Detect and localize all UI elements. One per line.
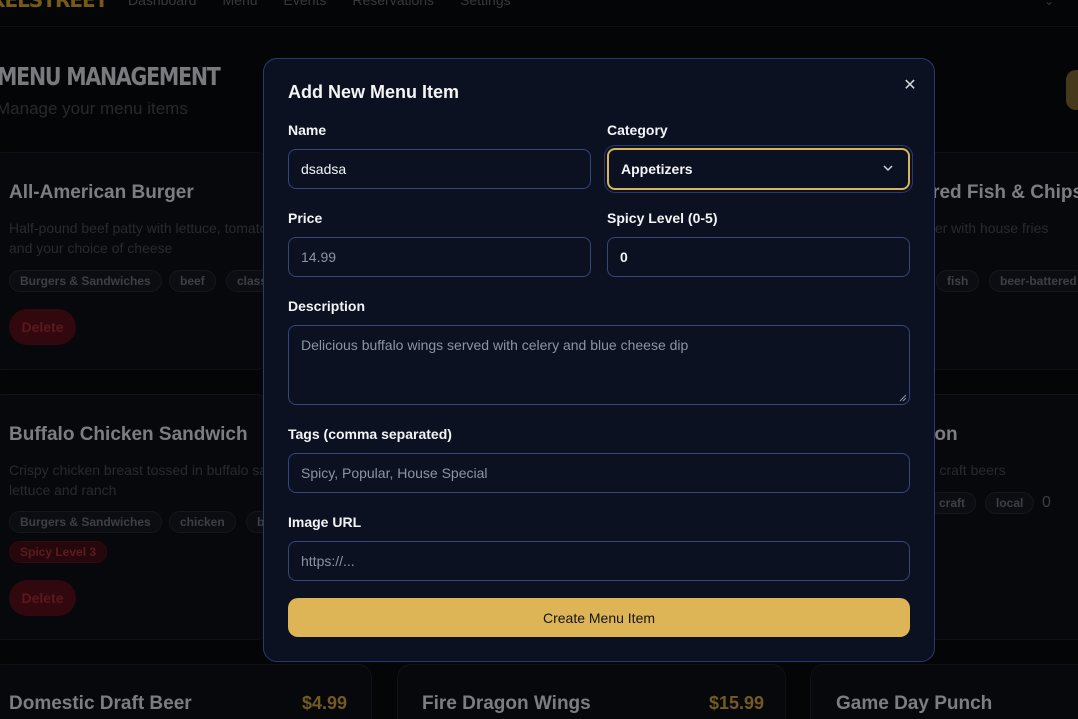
category-select[interactable]: Appetizers <box>607 148 910 190</box>
image-url-label: Image URL <box>288 514 362 530</box>
tags-input[interactable] <box>288 453 910 493</box>
add-menu-item-dialog: Add New Menu Item ✕ Name Category Appeti… <box>263 58 935 662</box>
price-label: Price <box>288 210 323 226</box>
close-icon[interactable]: ✕ <box>900 75 920 95</box>
tags-label: Tags (comma separated) <box>288 426 452 442</box>
resize-handle-icon[interactable] <box>899 394 907 402</box>
description-textarea[interactable]: Delicious buffalo wings served with cele… <box>288 325 910 405</box>
description-label: Description <box>288 298 366 314</box>
spicy-level-input[interactable] <box>607 237 910 277</box>
name-input[interactable] <box>288 149 591 189</box>
category-selected-value: Appetizers <box>621 161 693 177</box>
dialog-title: Add New Menu Item <box>288 82 460 102</box>
description-text: Delicious buffalo wings served with cele… <box>301 337 689 353</box>
chevron-down-icon <box>883 165 893 172</box>
image-url-input[interactable] <box>288 541 910 581</box>
category-label: Category <box>607 122 668 138</box>
create-menu-item-button[interactable]: Create Menu Item <box>288 598 910 637</box>
price-input[interactable] <box>288 237 591 277</box>
name-label: Name <box>288 122 327 138</box>
spicy-level-label: Spicy Level (0-5) <box>607 210 718 226</box>
